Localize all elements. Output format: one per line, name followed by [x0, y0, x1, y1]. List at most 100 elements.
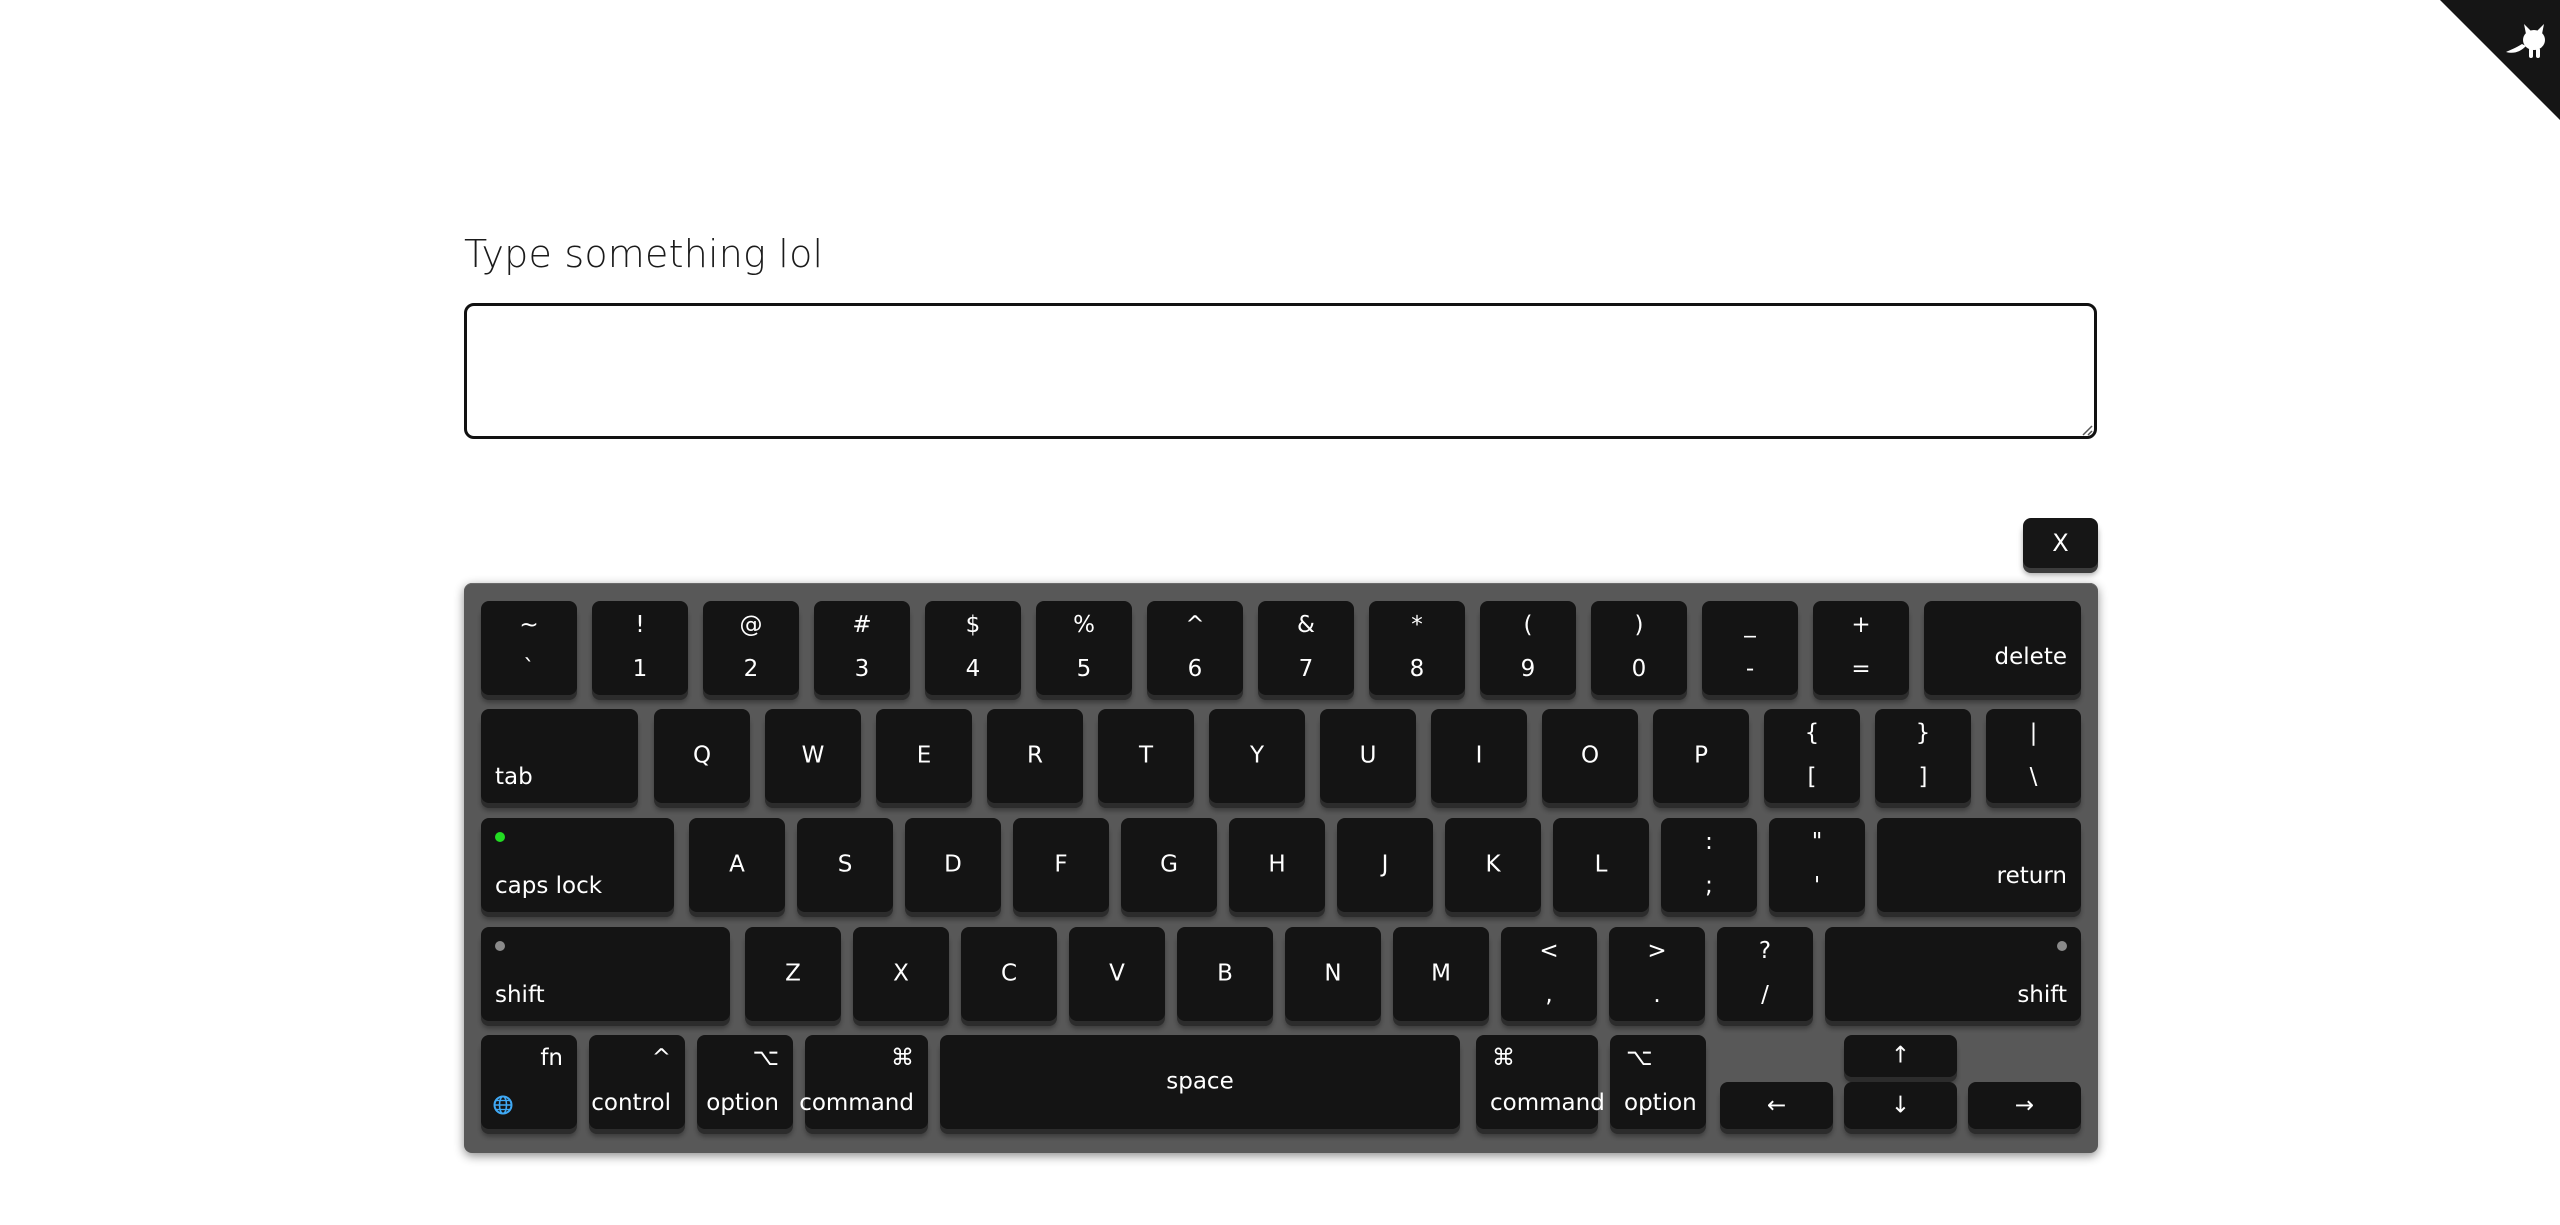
- key-arrow-right[interactable]: →: [1968, 1082, 2081, 1129]
- key-p[interactable]: P: [1653, 709, 1749, 803]
- key-6[interactable]: ^ 6: [1147, 601, 1243, 695]
- key-label-top: $: [965, 612, 981, 638]
- key-option-left[interactable]: ⌥ option: [697, 1035, 793, 1129]
- text-input[interactable]: [464, 303, 2097, 439]
- key-label: T: [1138, 742, 1154, 769]
- key-equals[interactable]: + =: [1813, 601, 1909, 695]
- key-arrow-left[interactable]: ←: [1720, 1082, 1833, 1129]
- key-command-left[interactable]: ⌘ command: [799, 1035, 928, 1129]
- key-control[interactable]: ^ control: [589, 1035, 685, 1129]
- key-right-bracket[interactable]: } ]: [1875, 709, 1971, 803]
- key-q[interactable]: Q: [654, 709, 750, 803]
- key-arrow-up[interactable]: ↑: [1844, 1035, 1957, 1077]
- key-label: caps lock: [495, 873, 603, 899]
- key-0[interactable]: ) 0: [1591, 601, 1687, 695]
- key-w[interactable]: W: [765, 709, 861, 803]
- key-m[interactable]: M: [1393, 927, 1489, 1021]
- key-3[interactable]: # 3: [814, 601, 910, 695]
- key-shift-left[interactable]: shift: [481, 927, 730, 1021]
- close-keyboard-button[interactable]: X: [2023, 518, 2098, 568]
- key-h[interactable]: H: [1229, 818, 1325, 912]
- shift-indicator: [495, 941, 505, 951]
- key-label: U: [1359, 742, 1377, 769]
- key-9[interactable]: ( 9: [1480, 601, 1576, 695]
- key-a[interactable]: A: [689, 818, 785, 912]
- key-label-top: }: [1915, 720, 1931, 746]
- key-y[interactable]: Y: [1209, 709, 1305, 803]
- key-v[interactable]: V: [1069, 927, 1165, 1021]
- key-label-bottom: -: [1745, 656, 1755, 682]
- key-label: command: [1490, 1090, 1605, 1116]
- key-x[interactable]: X: [853, 927, 949, 1021]
- key-left-bracket[interactable]: { [: [1764, 709, 1860, 803]
- key-return[interactable]: return: [1877, 818, 2081, 912]
- key-e[interactable]: E: [876, 709, 972, 803]
- key-g[interactable]: G: [1121, 818, 1217, 912]
- key-label-top: +: [1851, 612, 1871, 638]
- key-label-top: {: [1804, 720, 1820, 746]
- key-4[interactable]: $ 4: [925, 601, 1021, 695]
- key-label-bottom: `: [523, 656, 535, 682]
- key-label-top: |: [2029, 720, 2038, 746]
- key-l[interactable]: L: [1553, 818, 1649, 912]
- key-8[interactable]: * 8: [1369, 601, 1465, 695]
- key-label-bottom: /: [1761, 982, 1769, 1008]
- key-label-bottom: ,: [1545, 982, 1553, 1008]
- key-7[interactable]: & 7: [1258, 601, 1354, 695]
- key-j[interactable]: J: [1337, 818, 1433, 912]
- key-o[interactable]: O: [1542, 709, 1638, 803]
- key-t[interactable]: T: [1098, 709, 1194, 803]
- key-label-top: ): [1634, 612, 1644, 638]
- key-s[interactable]: S: [797, 818, 893, 912]
- key-option-right[interactable]: ⌥ option: [1610, 1035, 1706, 1129]
- key-label: A: [729, 851, 745, 878]
- key-1[interactable]: ! 1: [592, 601, 688, 695]
- key-i[interactable]: I: [1431, 709, 1527, 803]
- key-label-bottom: 8: [1409, 656, 1425, 682]
- resize-grip-icon[interactable]: [2081, 424, 2093, 436]
- key-semicolon[interactable]: : ;: [1661, 818, 1757, 912]
- key-label-top: #: [852, 612, 872, 638]
- command-symbol-icon: ⌘: [1492, 1045, 1515, 1071]
- key-label: G: [1160, 851, 1178, 878]
- key-label-bottom: ': [1813, 873, 1821, 899]
- key-backslash[interactable]: | \: [1986, 709, 2081, 803]
- key-fn[interactable]: fn: [481, 1035, 577, 1129]
- key-c[interactable]: C: [961, 927, 1057, 1021]
- key-z[interactable]: Z: [745, 927, 841, 1021]
- key-2[interactable]: @ 2: [703, 601, 799, 695]
- key-label: fn: [540, 1045, 563, 1071]
- key-label: shift: [495, 982, 545, 1008]
- key-5[interactable]: % 5: [1036, 601, 1132, 695]
- key-label-top: :: [1705, 829, 1713, 855]
- key-f[interactable]: F: [1013, 818, 1109, 912]
- key-label-bottom: 4: [965, 656, 981, 682]
- key-arrow-down[interactable]: ↓: [1844, 1082, 1957, 1129]
- key-command-right[interactable]: ⌘ command: [1476, 1035, 1605, 1129]
- key-slash[interactable]: ? /: [1717, 927, 1813, 1021]
- key-shift-right[interactable]: shift: [1825, 927, 2081, 1021]
- key-delete[interactable]: delete: [1924, 601, 2081, 695]
- key-minus[interactable]: _ -: [1702, 601, 1798, 695]
- key-r[interactable]: R: [987, 709, 1083, 803]
- key-quote[interactable]: " ': [1769, 818, 1865, 912]
- key-tab[interactable]: tab: [481, 709, 638, 803]
- key-label-top: %: [1073, 612, 1095, 638]
- key-n[interactable]: N: [1285, 927, 1381, 1021]
- key-u[interactable]: U: [1320, 709, 1416, 803]
- key-label: V: [1109, 960, 1125, 987]
- key-caps-lock[interactable]: caps lock: [481, 818, 674, 912]
- key-space[interactable]: space: [940, 1035, 1460, 1129]
- key-d[interactable]: D: [905, 818, 1001, 912]
- key-label: C: [1000, 960, 1018, 987]
- key-label: R: [1027, 742, 1043, 769]
- key-backtick[interactable]: ~ `: [481, 601, 577, 695]
- github-octocat-icon[interactable]: [2440, 0, 2560, 120]
- key-label: space: [1166, 1068, 1234, 1095]
- key-k[interactable]: K: [1445, 818, 1541, 912]
- key-label: I: [1475, 742, 1483, 769]
- key-b[interactable]: B: [1177, 927, 1273, 1021]
- key-period[interactable]: > .: [1609, 927, 1705, 1021]
- key-label: Z: [785, 960, 801, 987]
- key-comma[interactable]: < ,: [1501, 927, 1597, 1021]
